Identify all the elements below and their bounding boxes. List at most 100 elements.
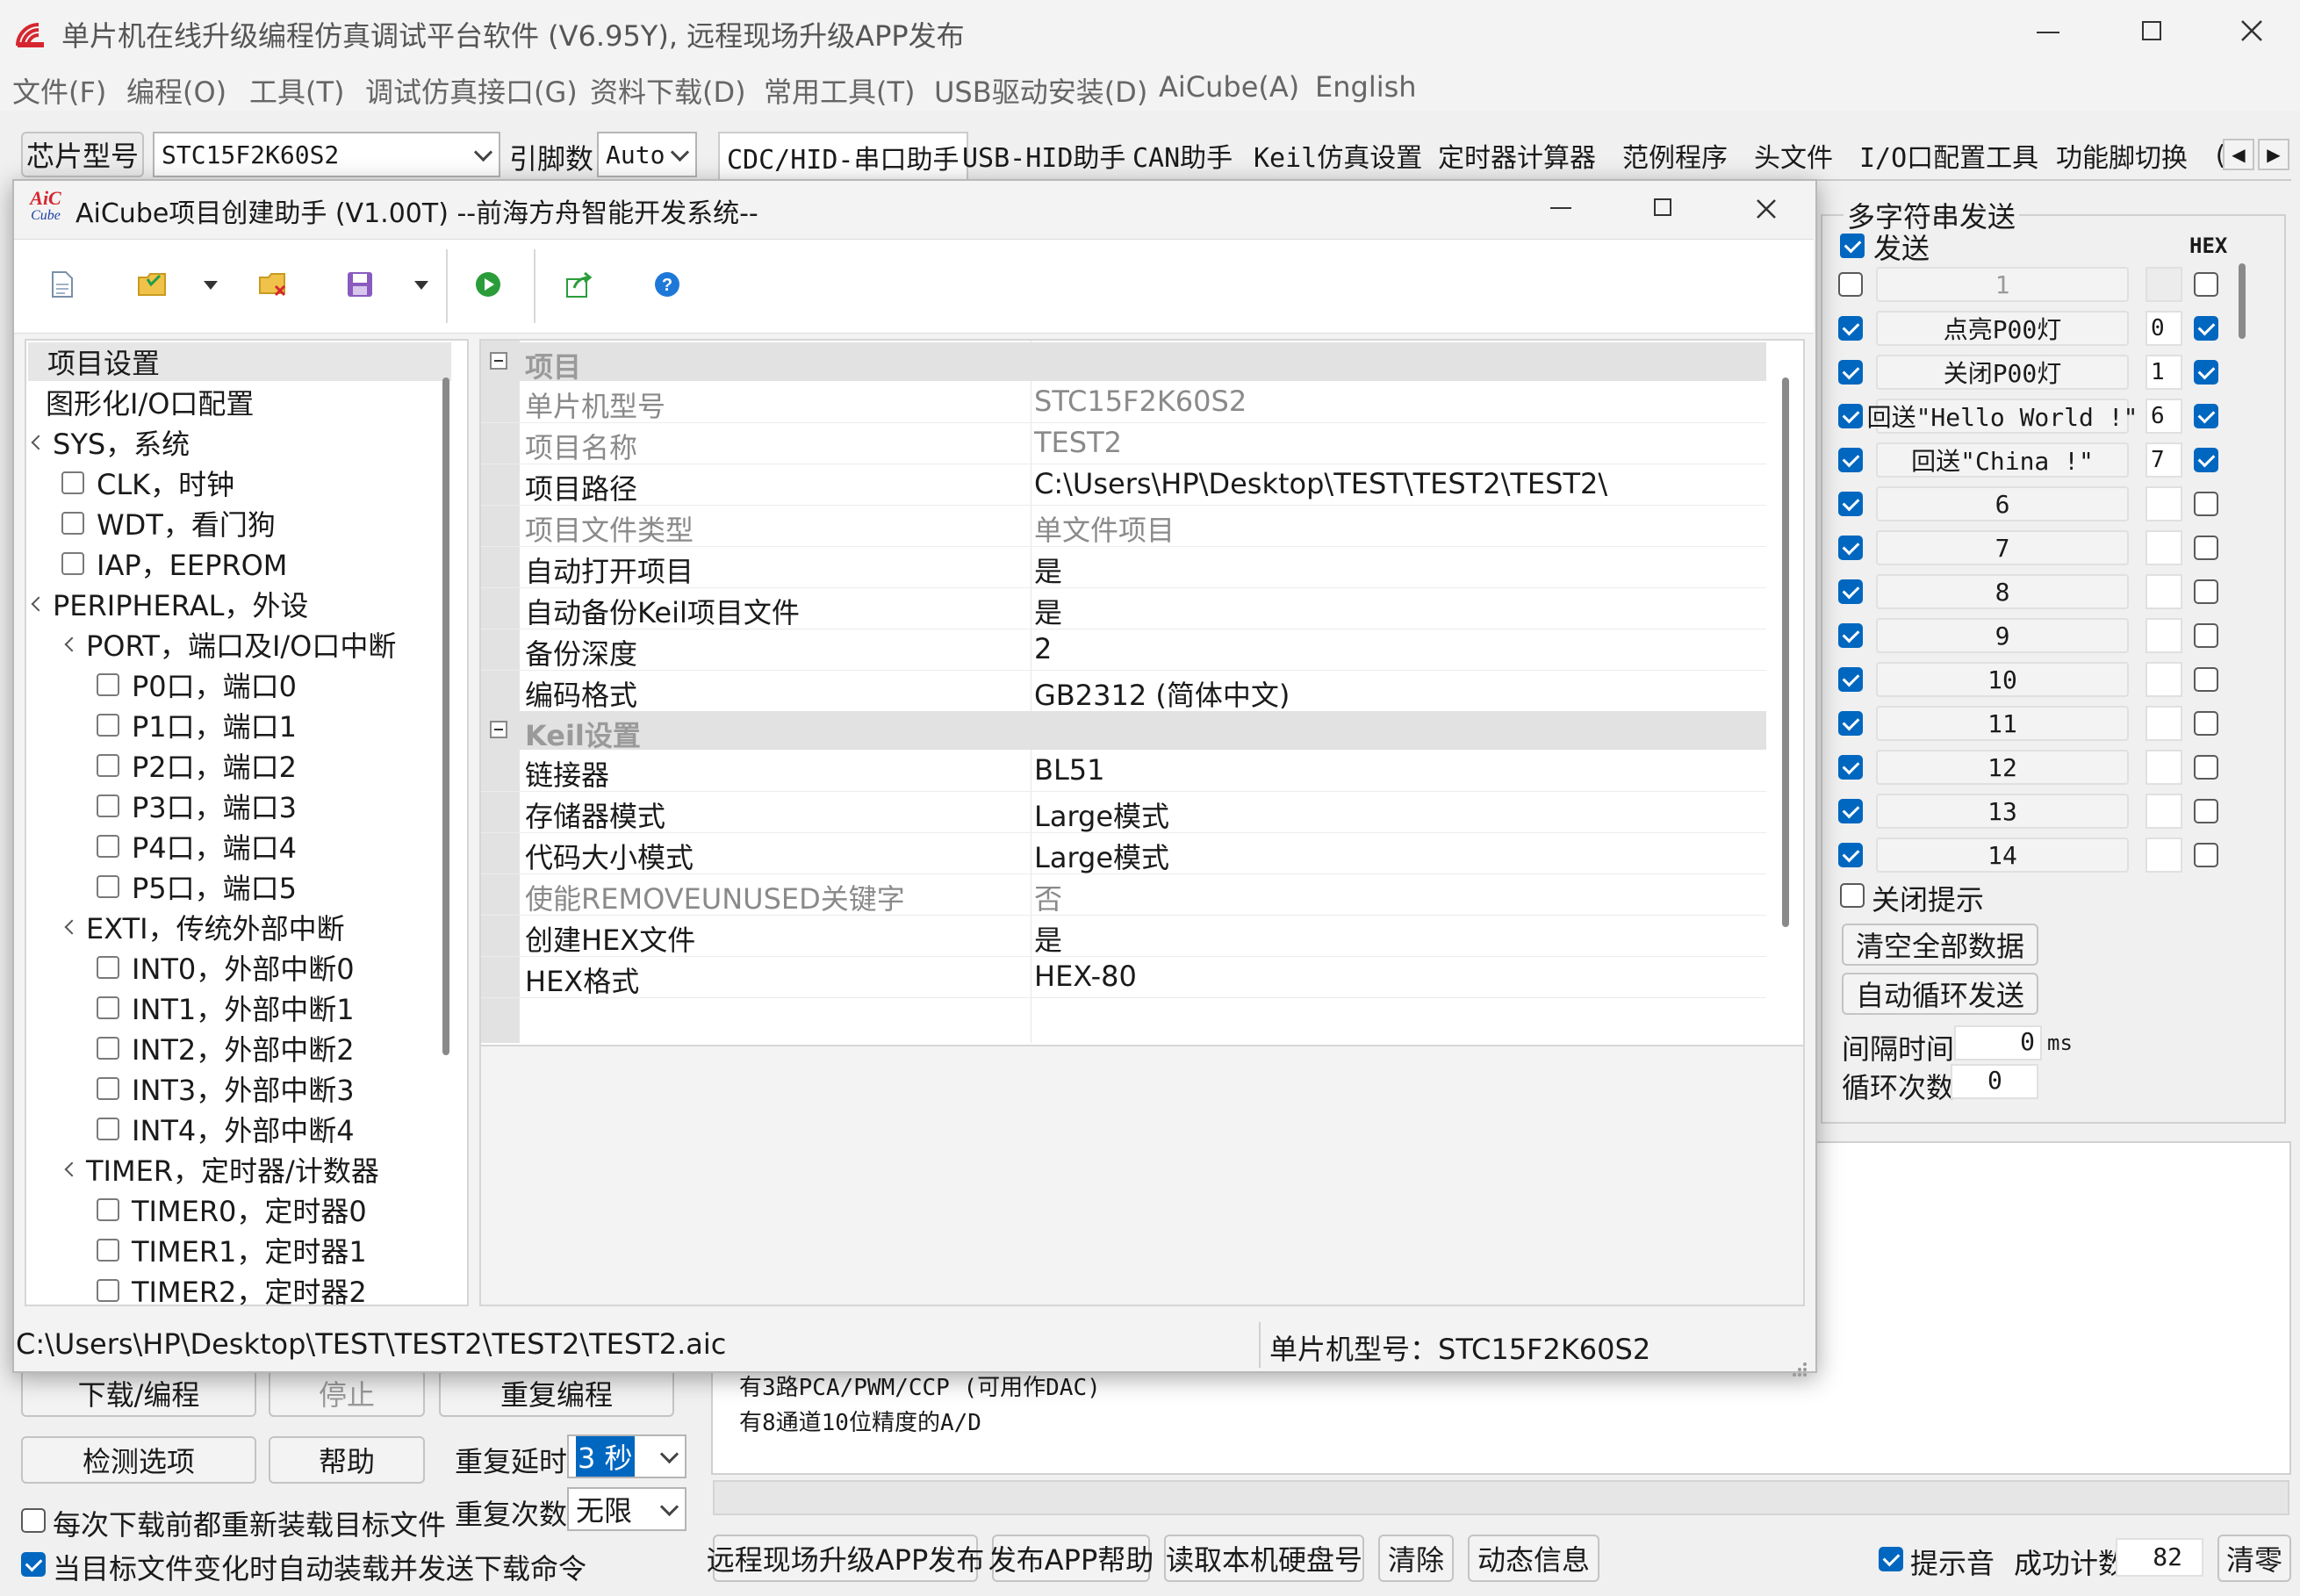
multi-send-row-button[interactable]: 关闭P00灯 bbox=[1876, 355, 2129, 390]
collapse-minus-icon[interactable] bbox=[490, 721, 507, 738]
new-file-icon[interactable] bbox=[51, 270, 74, 298]
property-row[interactable]: 创建HEX文件 是 bbox=[481, 915, 1766, 957]
menu-file[interactable]: 文件(F) bbox=[12, 70, 106, 111]
property-row[interactable]: 自动备份Keil项目文件 是 bbox=[481, 587, 1766, 629]
download-program-button[interactable]: 下载/编程 bbox=[21, 1370, 256, 1417]
multi-send-row-button[interactable]: 1 bbox=[1876, 267, 2129, 302]
interval-input[interactable]: 0 bbox=[1954, 1025, 2042, 1060]
open-dropdown-icon[interactable] bbox=[204, 281, 218, 290]
multi-send-row-button[interactable]: 点亮P00灯 bbox=[1876, 311, 2129, 346]
multi-send-row-hex-checkbox[interactable] bbox=[2194, 448, 2218, 472]
multi-send-row-index[interactable] bbox=[2145, 574, 2182, 609]
multi-send-row-index[interactable] bbox=[2145, 486, 2182, 521]
property-category[interactable]: 项目 bbox=[481, 342, 1766, 384]
property-row[interactable]: 代码大小模式 Large模式 bbox=[481, 832, 1766, 874]
property-value[interactable]: STC15F2K60S2 bbox=[1034, 385, 1247, 418]
beep-checkbox[interactable] bbox=[1879, 1547, 1903, 1571]
pin-count-select[interactable]: Auto bbox=[597, 132, 697, 177]
tree-item[interactable]: P1口，端口1 bbox=[97, 706, 297, 744]
multi-send-row-index[interactable]: 6 bbox=[2145, 399, 2182, 434]
chip-model-select[interactable]: STC15F2K60S2 bbox=[153, 132, 500, 177]
multi-send-row-checkbox[interactable] bbox=[1838, 360, 1863, 385]
repeat-program-button[interactable]: 重复编程 bbox=[439, 1370, 674, 1417]
property-grid-scrollbar[interactable] bbox=[1782, 377, 1789, 927]
multi-send-row-checkbox[interactable] bbox=[1838, 579, 1863, 604]
tree-item[interactable]: P3口，端口3 bbox=[97, 787, 297, 825]
tab-examples[interactable]: 范例程序 bbox=[1615, 132, 1735, 179]
resize-grip-icon[interactable] bbox=[1791, 1352, 1808, 1377]
multi-send-row-button[interactable]: 9 bbox=[1876, 618, 2129, 653]
tree-item[interactable]: TIMER2，定时器2 bbox=[97, 1271, 367, 1305]
tree-item[interactable]: P0口，端口0 bbox=[97, 665, 297, 704]
property-row[interactable]: 链接器 BL51 bbox=[481, 750, 1766, 792]
tree-item[interactable]: P5口，端口5 bbox=[97, 867, 297, 906]
multi-send-row-hex-checkbox[interactable] bbox=[2194, 272, 2218, 297]
tab-usb-hid[interactable]: USB-HID助手 bbox=[955, 132, 1132, 179]
tab-can[interactable]: CAN助手 bbox=[1125, 132, 1240, 179]
tab-headers[interactable]: 头文件 bbox=[1747, 132, 1840, 179]
multi-send-row-button[interactable]: 13 bbox=[1876, 794, 2129, 829]
multi-send-row-index[interactable] bbox=[2145, 662, 2182, 697]
multi-send-row-checkbox[interactable] bbox=[1838, 755, 1863, 780]
property-value[interactable]: 是 bbox=[1034, 591, 1062, 631]
multi-send-row-button[interactable]: 6 bbox=[1876, 486, 2129, 521]
read-disk-id-button[interactable]: 读取本机硬盘号 bbox=[1164, 1535, 1364, 1582]
export-icon[interactable] bbox=[565, 270, 593, 298]
tree-item-checkbox[interactable] bbox=[97, 794, 119, 817]
auto-load-checkbox[interactable] bbox=[21, 1552, 46, 1577]
minimize-icon[interactable] bbox=[2037, 32, 2059, 33]
collapse-caret-icon[interactable] bbox=[31, 435, 47, 450]
multi-send-row-checkbox[interactable] bbox=[1838, 667, 1863, 692]
multi-send-row-index[interactable] bbox=[2145, 838, 2182, 873]
property-row[interactable]: 备份深度 2 bbox=[481, 629, 1766, 671]
menu-program[interactable]: 编程(O) bbox=[126, 70, 226, 111]
multi-send-row-index[interactable] bbox=[2145, 530, 2182, 565]
remote-upgrade-button[interactable]: 远程现场升级APP发布 bbox=[707, 1535, 984, 1582]
tree-scrollbar[interactable] bbox=[442, 377, 449, 1055]
multi-send-row-checkbox[interactable] bbox=[1838, 448, 1863, 472]
check-options-button[interactable]: 检测选项 bbox=[21, 1436, 256, 1484]
tab-scroll-left[interactable]: ◀ bbox=[2223, 139, 2254, 170]
multi-send-row-index[interactable] bbox=[2145, 267, 2182, 302]
publish-app-help-button[interactable]: 发布APP帮助 bbox=[988, 1535, 1154, 1582]
collapse-caret-icon[interactable] bbox=[64, 919, 80, 935]
tree-item-checkbox[interactable] bbox=[97, 956, 119, 979]
property-row[interactable]: HEX格式 HEX-80 bbox=[481, 956, 1766, 998]
stop-button[interactable]: 停止 bbox=[269, 1370, 425, 1417]
tab-pin-switch[interactable]: 功能脚切换 bbox=[2049, 132, 2195, 179]
tree-item[interactable]: INT2，外部中断2 bbox=[97, 1029, 355, 1068]
multi-send-row-index[interactable] bbox=[2145, 750, 2182, 785]
collapse-caret-icon[interactable] bbox=[64, 1161, 80, 1177]
menu-download[interactable]: 资料下载(D) bbox=[590, 70, 746, 111]
menu-english[interactable]: English bbox=[1315, 70, 1417, 104]
multi-send-row-hex-checkbox[interactable] bbox=[2194, 843, 2218, 867]
maximize-icon[interactable] bbox=[2142, 21, 2161, 40]
tree-item-checkbox[interactable] bbox=[61, 552, 84, 575]
tree-item[interactable]: PERIPHERAL，外设 bbox=[31, 585, 308, 623]
tree-item[interactable]: SYS，系统 bbox=[31, 423, 190, 462]
multi-send-row-checkbox[interactable] bbox=[1838, 623, 1863, 648]
save-dropdown-icon[interactable] bbox=[414, 281, 428, 290]
tree-item-checkbox[interactable] bbox=[97, 835, 119, 858]
property-row[interactable]: 编码格式 GB2312 (简体中文) bbox=[481, 670, 1766, 712]
help-icon[interactable]: ? bbox=[653, 270, 681, 298]
multi-send-row-button[interactable]: 10 bbox=[1876, 662, 2129, 697]
tree-item[interactable]: WDT，看门狗 bbox=[61, 504, 276, 543]
tab-keil-sim[interactable]: Keil仿真设置 bbox=[1247, 132, 1429, 179]
tab-scroll-right[interactable]: ▶ bbox=[2258, 139, 2289, 170]
tree-item-checkbox[interactable] bbox=[97, 1037, 119, 1060]
multi-send-row-button[interactable]: 8 bbox=[1876, 574, 2129, 609]
clear-all-data-button[interactable]: 清空全部数据 bbox=[1842, 924, 2038, 966]
multi-send-row-checkbox[interactable] bbox=[1838, 799, 1863, 823]
property-value[interactable]: Large模式 bbox=[1034, 794, 1169, 835]
multi-send-row-button[interactable]: 14 bbox=[1876, 838, 2129, 873]
property-row[interactable]: 项目路径 C:\Users\HP\Desktop\TEST\TEST2\TEST2… bbox=[481, 464, 1766, 506]
property-value[interactable]: 是 bbox=[1034, 550, 1062, 590]
tree-item[interactable]: 项目设置 bbox=[28, 342, 451, 381]
menu-aicube[interactable]: AiCube(A) bbox=[1159, 70, 1299, 104]
tree-item[interactable]: TIMER1，定时器1 bbox=[97, 1231, 367, 1269]
menu-common-tools[interactable]: 常用工具(T) bbox=[764, 70, 916, 111]
collapse-minus-icon[interactable] bbox=[490, 352, 507, 370]
menu-tools[interactable]: 工具(T) bbox=[249, 70, 345, 111]
property-category[interactable]: Keil设置 bbox=[481, 711, 1766, 752]
